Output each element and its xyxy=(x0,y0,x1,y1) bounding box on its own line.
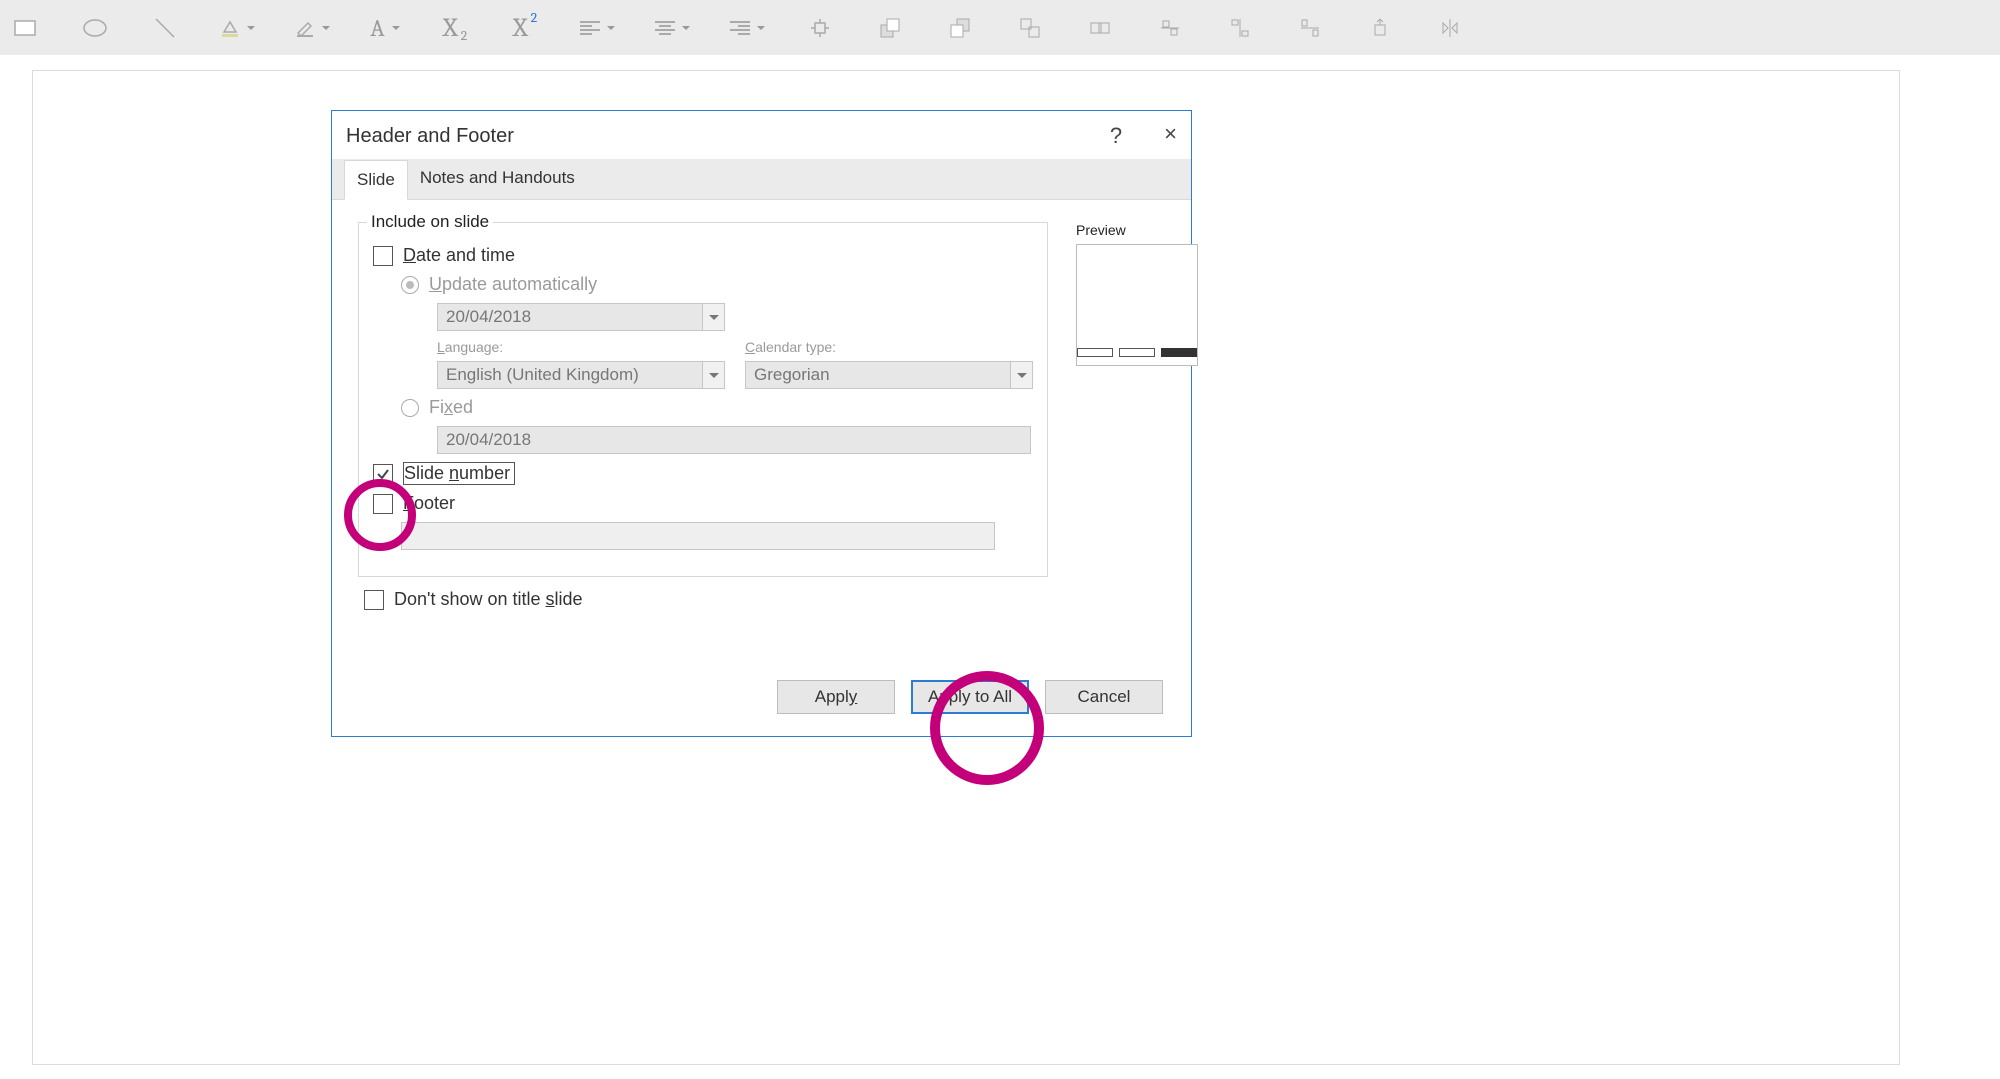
tab-slide[interactable]: Slide xyxy=(344,160,408,200)
dont-show-label: Don't show on title slide xyxy=(394,589,583,610)
include-group-title: Include on slide xyxy=(367,212,493,232)
update-auto-label: Update automatically xyxy=(429,274,597,295)
workspace: Header and Footer ? × Slide Notes and Ha… xyxy=(0,55,2000,1065)
align-objects-icon[interactable] xyxy=(1155,13,1185,43)
insert-ellipse-icon[interactable] xyxy=(80,13,110,43)
align-left-icon[interactable] xyxy=(580,13,615,43)
slide-number-label: Slide number xyxy=(403,462,515,485)
tab-notes-handouts[interactable]: Notes and Handouts xyxy=(408,159,587,199)
preview-label: Preview xyxy=(1076,222,1126,238)
dont-show-checkbox[interactable] xyxy=(364,590,384,610)
ribbon: A X2 X2 xyxy=(0,0,2000,55)
date-time-label: Date and time xyxy=(403,245,515,266)
apply-to-all-button[interactable]: Apply to All xyxy=(911,680,1029,714)
insert-rectangle-icon[interactable] xyxy=(10,13,40,43)
bring-forward-icon[interactable] xyxy=(875,13,905,43)
outline-color-icon[interactable] xyxy=(295,13,330,43)
fixed-date-input[interactable]: 20/04/2018 xyxy=(437,426,1031,454)
date-time-checkbox[interactable] xyxy=(373,246,393,266)
font-color-icon[interactable]: A xyxy=(370,13,400,43)
language-label: Language: xyxy=(437,339,725,355)
footer-label: Footer xyxy=(403,493,455,514)
subscript-icon[interactable]: X2 xyxy=(440,13,470,43)
flip-icon[interactable] xyxy=(1435,13,1465,43)
calendar-label: Calendar type: xyxy=(745,339,1033,355)
calendar-combo[interactable]: Gregorian xyxy=(745,361,1033,389)
distribute-h-icon[interactable] xyxy=(1295,13,1325,43)
language-combo[interactable]: English (United Kingdom) xyxy=(437,361,725,389)
apply-button[interactable]: Apply xyxy=(777,680,895,714)
insert-line-icon[interactable] xyxy=(150,13,180,43)
send-backward-icon[interactable] xyxy=(945,13,975,43)
header-footer-dialog: Header and Footer ? × Slide Notes and Ha… xyxy=(331,110,1192,737)
update-auto-radio[interactable] xyxy=(401,276,419,294)
ungroup-icon[interactable] xyxy=(1085,13,1115,43)
dialog-title: Header and Footer xyxy=(346,125,514,148)
superscript-icon[interactable]: X2 xyxy=(510,13,540,43)
align-center-icon[interactable] xyxy=(655,13,690,43)
preview-placeholder xyxy=(1077,348,1113,357)
group-icon[interactable] xyxy=(1015,13,1045,43)
fixed-radio[interactable] xyxy=(401,399,419,417)
align-right-icon[interactable] xyxy=(730,13,765,43)
cancel-button[interactable]: Cancel xyxy=(1045,680,1163,714)
footer-checkbox[interactable] xyxy=(373,494,393,514)
help-button[interactable]: ? xyxy=(1110,123,1122,149)
slide-number-checkbox[interactable] xyxy=(373,464,393,484)
close-button[interactable]: × xyxy=(1164,121,1177,147)
preview-placeholder xyxy=(1119,348,1155,357)
distribute-v-icon[interactable] xyxy=(1225,13,1255,43)
footer-input[interactable] xyxy=(401,522,995,550)
arrange-position-icon[interactable] xyxy=(805,13,835,43)
fill-color-icon[interactable] xyxy=(220,13,255,43)
preview-box xyxy=(1076,244,1198,366)
fixed-label: Fixed xyxy=(429,397,473,418)
date-combo[interactable]: 20/04/2018 xyxy=(437,303,725,331)
preview-placeholder-active xyxy=(1161,348,1197,357)
slide-canvas: Header and Footer ? × Slide Notes and Ha… xyxy=(32,70,1900,1065)
rotate-icon[interactable] xyxy=(1365,13,1395,43)
